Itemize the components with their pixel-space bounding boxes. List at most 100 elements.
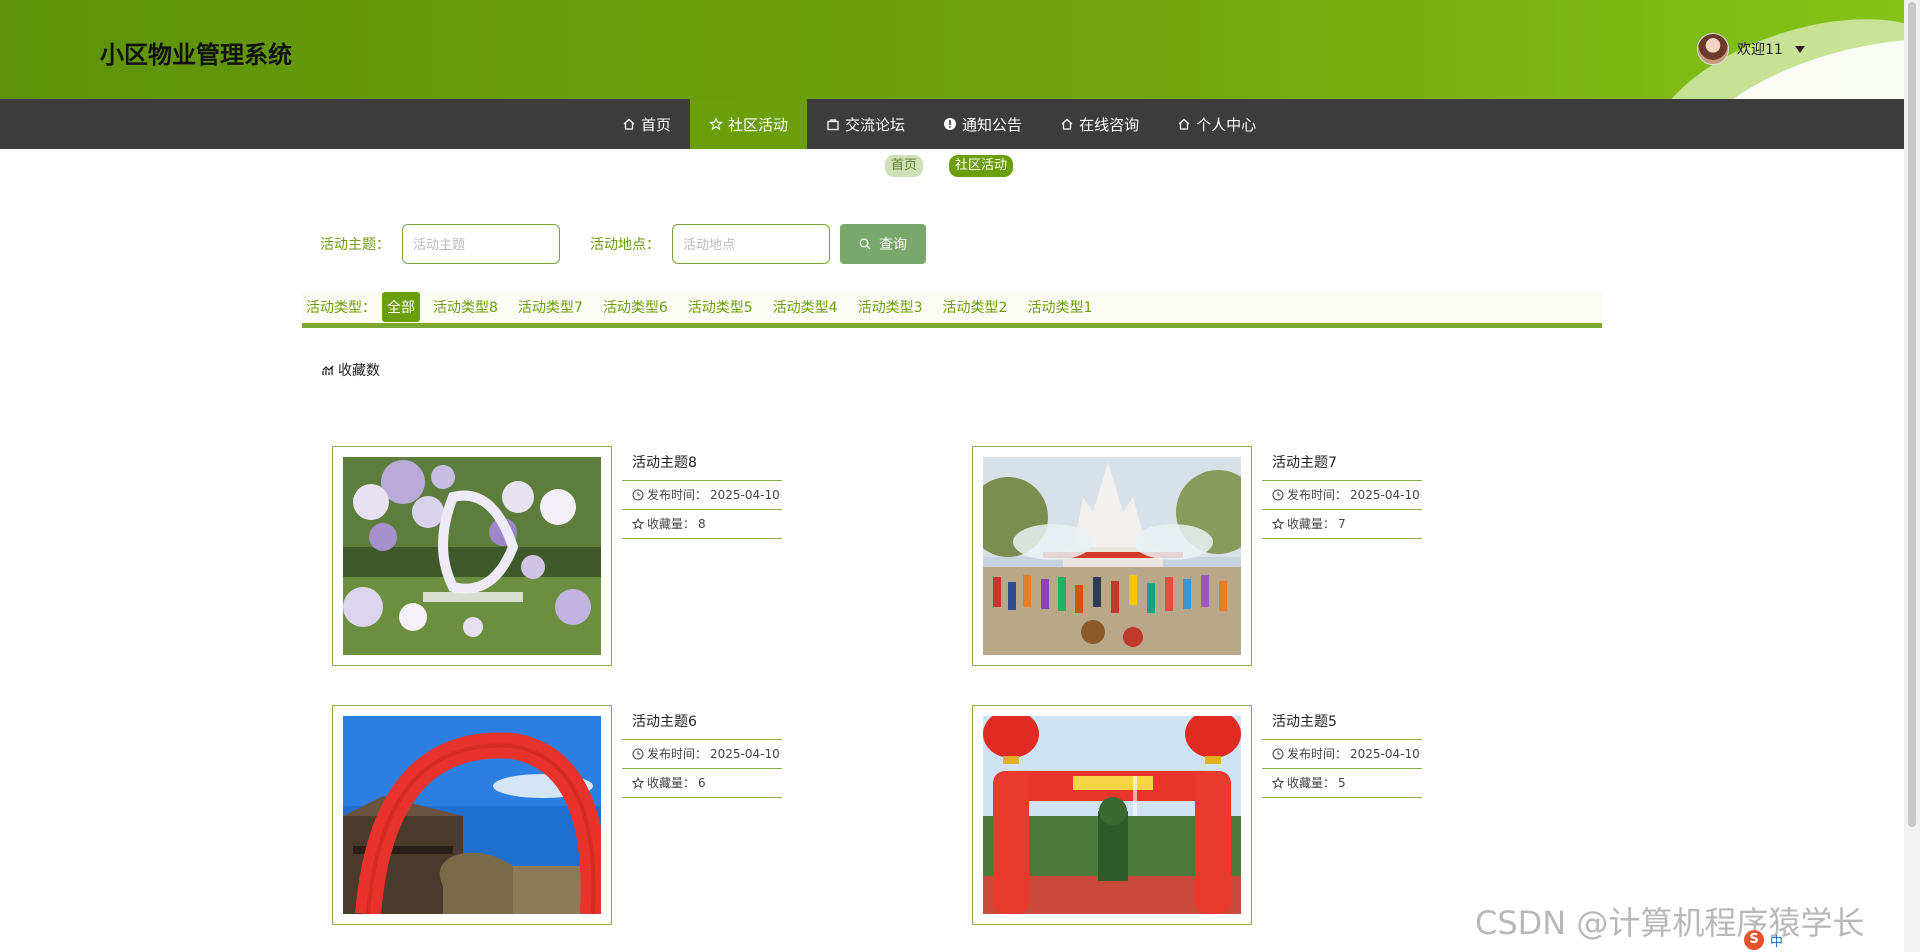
favorite-count: 收藏量： 8 <box>622 510 782 539</box>
activity-thumbnail[interactable] <box>332 705 612 925</box>
activity-image <box>343 457 601 655</box>
nav-item-label: 首页 <box>641 115 672 134</box>
favorite-label: 收藏量： <box>647 517 696 531</box>
activity-image <box>983 457 1241 655</box>
nav-item-home[interactable]: 首页 <box>603 99 690 149</box>
search-icon <box>859 238 871 250</box>
query-button-label: 查询 <box>879 236 907 252</box>
type-filter-item[interactable]: 活动类型4 <box>766 293 845 321</box>
activity-title[interactable]: 活动主题5 <box>1262 705 1422 740</box>
publish-label: 发布时间： <box>647 488 708 502</box>
sort-by-favorites[interactable]: 收藏数 <box>322 360 380 380</box>
publish-time: 发布时间： 2025-04-10 <box>1262 740 1422 769</box>
activity-type-filter: 活动类型： 全部 活动类型8 活动类型7 活动类型6 活动类型5 活动类型4 活… <box>302 291 1602 328</box>
favorite-label: 收藏量： <box>647 776 696 790</box>
publish-date: 2025-04-10 <box>710 488 780 502</box>
nav-item-forum[interactable]: 交流论坛 <box>807 99 924 149</box>
ime-toolbar[interactable]: S 中 <box>1744 930 1783 950</box>
star-icon <box>709 117 724 131</box>
type-filter-item[interactable]: 活动类型7 <box>511 293 590 321</box>
nav-item-label: 在线咨询 <box>1079 115 1140 134</box>
activity-card[interactable]: 活动主题6 发布时间： 2025-04-10 收藏量： 6 <box>332 705 822 925</box>
activity-image <box>983 716 1241 914</box>
type-filter-label: 活动类型： <box>306 300 376 316</box>
publish-date: 2025-04-10 <box>1350 747 1420 761</box>
location-label: 活动地点： <box>590 237 660 253</box>
theme-label: 活动主题： <box>320 237 390 253</box>
home-icon <box>623 118 635 130</box>
type-filter-all[interactable]: 全部 <box>382 292 420 322</box>
breadcrumb: 首页 社区活动 <box>885 155 1014 177</box>
favorite-value: 7 <box>1338 517 1346 531</box>
clock-icon <box>632 489 644 501</box>
activity-card[interactable]: 活动主题7 发布时间： 2025-04-10 收藏量： 7 <box>972 446 1462 666</box>
nav-item-label: 通知公告 <box>962 115 1023 134</box>
publish-date: 2025-04-10 <box>1350 488 1420 502</box>
nav-item-online-consult[interactable]: 在线咨询 <box>1041 99 1158 149</box>
publish-time: 发布时间： 2025-04-10 <box>622 481 782 510</box>
activity-image <box>343 716 601 914</box>
location-search-input[interactable] <box>672 224 830 264</box>
search-form: 活动主题： 活动地点： 查询 <box>320 223 926 265</box>
favorite-label: 收藏量： <box>1287 517 1336 531</box>
breadcrumb-home[interactable]: 首页 <box>885 155 924 177</box>
publish-label: 发布时间： <box>1287 747 1348 761</box>
type-filter-item[interactable]: 活动类型1 <box>1020 293 1099 321</box>
favorite-value: 8 <box>698 517 706 531</box>
clock-icon <box>1272 748 1284 760</box>
scrollbar-thumb[interactable] <box>1908 2 1916 827</box>
activity-info: 活动主题6 发布时间： 2025-04-10 收藏量： 6 <box>622 705 782 798</box>
breadcrumb-current: 社区活动 <box>949 155 1014 177</box>
watermark: CSDN @计算机程序猿学长 <box>1475 904 1865 942</box>
activity-title[interactable]: 活动主题6 <box>622 705 782 740</box>
nav-item-label: 社区活动 <box>728 115 789 134</box>
activity-info: 活动主题5 发布时间： 2025-04-10 收藏量： 5 <box>1262 705 1422 798</box>
nav-item-label: 交流论坛 <box>845 115 906 134</box>
type-filter-item[interactable]: 活动类型5 <box>681 293 760 321</box>
activity-title[interactable]: 活动主题8 <box>622 446 782 481</box>
bag-icon <box>827 119 839 131</box>
header: 小区物业管理系统 欢迎11 <box>0 0 1904 99</box>
chevron-down-icon[interactable] <box>1794 45 1805 53</box>
nav-item-community-activity[interactable]: 社区活动 <box>690 99 808 149</box>
user-menu[interactable]: 欢迎11 <box>1697 33 1805 65</box>
publish-time: 发布时间： 2025-04-10 <box>1262 481 1422 510</box>
activity-thumbnail[interactable] <box>332 446 612 666</box>
favorite-count: 收藏量： 7 <box>1262 510 1422 539</box>
query-button[interactable]: 查询 <box>840 224 926 264</box>
favorite-count: 收藏量： 6 <box>622 769 782 798</box>
publish-label: 发布时间： <box>1287 488 1348 502</box>
publish-time: 发布时间： 2025-04-10 <box>622 740 782 769</box>
alert-icon <box>944 118 957 130</box>
type-filter-item[interactable]: 活动类型2 <box>936 293 1015 321</box>
favorite-value: 5 <box>1338 776 1346 790</box>
activity-title[interactable]: 活动主题7 <box>1262 446 1422 481</box>
activity-thumbnail[interactable] <box>972 446 1252 666</box>
favorite-value: 6 <box>698 776 706 790</box>
favorite-count: 收藏量： 5 <box>1262 769 1422 798</box>
type-filter-item[interactable]: 活动类型8 <box>426 293 505 321</box>
avatar[interactable] <box>1697 33 1729 65</box>
nav-item-announcements[interactable]: 通知公告 <box>924 99 1041 149</box>
ime-language[interactable]: 中 <box>1770 931 1783 950</box>
activity-card[interactable]: 活动主题5 发布时间： 2025-04-10 收藏量： 5 <box>972 705 1462 925</box>
activity-card[interactable]: 活动主题8 发布时间： 2025-04-10 收藏量： 8 <box>332 446 822 666</box>
clock-icon <box>632 748 644 760</box>
type-filter-item[interactable]: 活动类型3 <box>851 293 930 321</box>
star-icon <box>632 518 644 530</box>
page-scrollbar[interactable] <box>1904 0 1920 952</box>
theme-search-input[interactable] <box>402 224 560 264</box>
ime-logo[interactable]: S <box>1744 930 1764 950</box>
star-icon <box>1272 777 1284 789</box>
nav-item-personal-center[interactable]: 个人中心 <box>1158 99 1275 149</box>
clock-icon <box>1272 489 1284 501</box>
home-icon <box>1061 118 1073 130</box>
sort-label: 收藏数 <box>338 363 380 379</box>
favorite-label: 收藏量： <box>1287 776 1336 790</box>
home-icon <box>1178 118 1190 130</box>
welcome-text[interactable]: 欢迎11 <box>1737 39 1783 59</box>
activity-thumbnail[interactable] <box>972 705 1252 925</box>
type-filter-item[interactable]: 活动类型6 <box>596 293 675 321</box>
publish-date: 2025-04-10 <box>710 747 780 761</box>
main-nav: 首页 社区活动 交流论坛 通知公告 在线咨询 个人中心 <box>0 99 1904 149</box>
